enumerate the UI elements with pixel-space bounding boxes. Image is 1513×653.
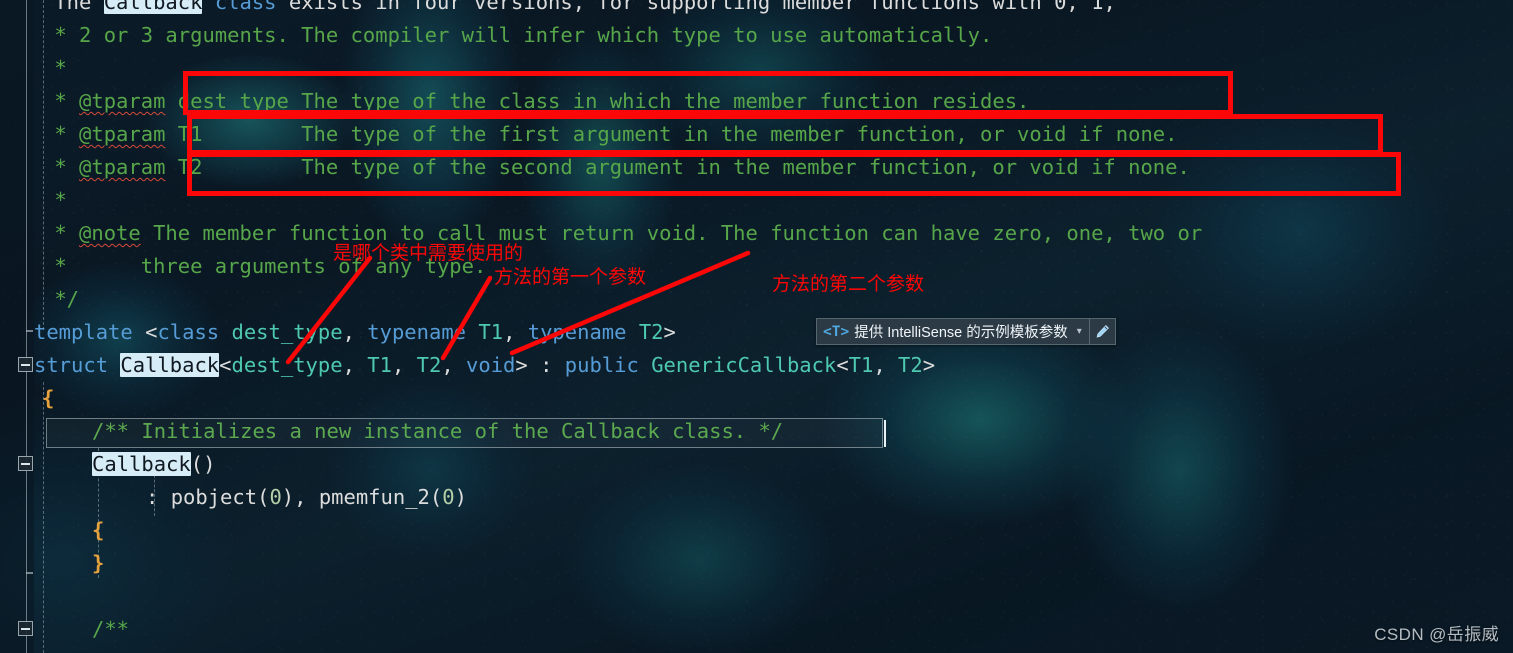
intellisense-template-param-badge[interactable]: <T> 提供 IntelliSense 的示例模板参数 ▾ (816, 318, 1116, 345)
code-line[interactable]: * @note The member function to call must… (42, 217, 1202, 250)
code-line[interactable]: * 2 or 3 arguments. The compiler will in… (42, 19, 992, 52)
code-line[interactable]: { (42, 382, 54, 415)
code-line[interactable]: * three arguments of any type. (42, 250, 486, 283)
chevron-down-icon[interactable]: ▾ (1077, 326, 1082, 337)
intellisense-badge-text: 提供 IntelliSense 的示例模板参数 (854, 325, 1068, 341)
code-line[interactable]: { (92, 514, 104, 547)
code-line[interactable]: } (92, 547, 104, 580)
code-line[interactable]: * @tparam T1 The type of the first argum… (42, 118, 1177, 151)
code-line[interactable]: */ (42, 283, 79, 316)
code-line[interactable]: * @tparam T2 The type of the second argu… (42, 151, 1190, 184)
code-line[interactable]: Callback() (92, 448, 215, 481)
code-line[interactable]: /** Initializes a new instance of the Ca… (92, 415, 783, 448)
code-line[interactable]: struct Callback<dest_type, T1, T2, void>… (34, 349, 935, 382)
tparam-tag-label: <T> (823, 323, 850, 340)
code-line[interactable]: The Callback class exists in four versio… (42, 0, 1116, 19)
code-line[interactable]: /** (92, 613, 129, 646)
text-caret (884, 420, 886, 447)
code-text-area[interactable]: The Callback class exists in four versio… (0, 0, 1513, 653)
csdn-watermark: CSDN @岳振威 (1374, 625, 1499, 644)
code-line[interactable]: template <class dest_type, typename T1, … (34, 316, 676, 349)
code-editor-window: The Callback class exists in four versio… (0, 0, 1513, 653)
code-line[interactable]: * (42, 52, 66, 85)
code-line[interactable]: * @tparam dest_type The type of the clas… (42, 85, 1029, 118)
code-line[interactable]: : pobject(0), pmemfun_2(0) (146, 481, 467, 514)
code-line[interactable]: * (42, 184, 66, 217)
pencil-icon[interactable] (1090, 319, 1115, 344)
